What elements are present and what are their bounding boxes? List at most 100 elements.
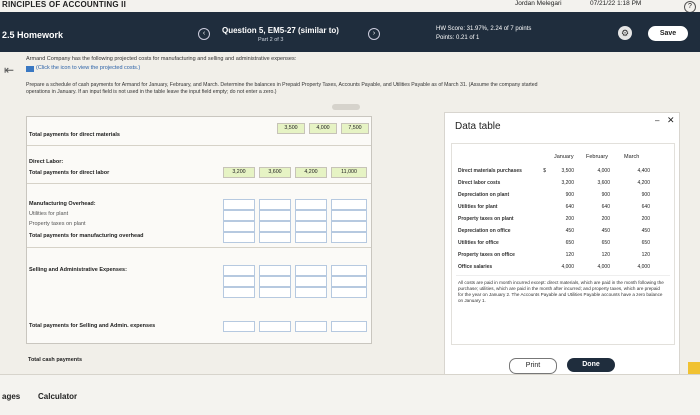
view-costs-link[interactable]: (Click the icon to view the projected co…	[36, 65, 140, 71]
dl-feb-cell[interactable]: 3,600	[259, 167, 291, 178]
sga2-mar-input[interactable]	[295, 276, 327, 287]
total-mfg-mar-input[interactable]	[295, 232, 327, 243]
gear-icon[interactable]: ⚙	[618, 26, 632, 40]
next-question-icon[interactable]: ›	[368, 28, 380, 40]
dt-feb: 200	[601, 216, 610, 222]
dt-jan: 640	[565, 204, 574, 210]
dt-feb: 4,000	[597, 168, 610, 174]
course-title: RINCIPLES OF ACCOUNTING II	[2, 0, 127, 9]
sga-feb-input[interactable]	[259, 265, 291, 276]
row-utilities-plant: Utilities for plant	[29, 211, 69, 217]
dm-jan-cell[interactable]: 3,500	[277, 123, 305, 134]
pages-link[interactable]: ages	[2, 392, 20, 401]
sga3-jan-input[interactable]	[223, 287, 255, 298]
dt-feb: 450	[601, 228, 610, 234]
dt-feb: 4,000	[597, 264, 610, 270]
sga3-feb-input[interactable]	[259, 287, 291, 298]
row-property-taxes-plant: Property taxes on plant	[29, 221, 86, 227]
tax-plant-mar-input[interactable]	[295, 221, 327, 232]
dl-total-cell[interactable]: 11,000	[331, 167, 367, 178]
instructions-line-2: operations in January. If an input field…	[26, 89, 277, 95]
row-total-mfg-overhead: Total payments for manufacturing overhea…	[29, 233, 144, 239]
sga2-total-input[interactable]	[331, 276, 367, 287]
header-bar	[0, 12, 700, 52]
total-sga-mar-input[interactable]	[295, 321, 327, 332]
mfg-total-input[interactable]	[331, 199, 367, 210]
dt-mar: 4,000	[637, 264, 650, 270]
divider	[27, 247, 371, 248]
util-plant-mar-input[interactable]	[295, 210, 327, 221]
problem-description: Armand Company has the following project…	[26, 56, 297, 62]
sga2-feb-input[interactable]	[259, 276, 291, 287]
dt-mar: 120	[641, 252, 650, 258]
mfg-feb-input[interactable]	[259, 199, 291, 210]
dt-feb: 3,600	[597, 180, 610, 186]
date-time: 07/21/22 1:18 PM	[590, 0, 642, 7]
panel-divider-handle[interactable]	[332, 104, 360, 110]
dt-row-label: Property taxes on office	[458, 252, 515, 258]
mfg-mar-input[interactable]	[295, 199, 327, 210]
dl-jan-cell[interactable]: 3,200	[223, 167, 255, 178]
col-header-february: February	[586, 154, 609, 160]
calculator-link[interactable]: Calculator	[38, 392, 77, 401]
tax-plant-jan-input[interactable]	[223, 221, 255, 232]
data-table-title: Data table	[455, 121, 501, 132]
util-plant-feb-input[interactable]	[259, 210, 291, 221]
dm-total-cell[interactable]: 7,500	[341, 123, 369, 134]
data-table-icon[interactable]	[26, 66, 34, 72]
total-sga-jan-input[interactable]	[223, 321, 255, 332]
question-part: Part 2 of 3	[258, 37, 284, 43]
row-mfg-overhead: Manufacturing Overhead:	[29, 201, 96, 207]
sga2-jan-input[interactable]	[223, 276, 255, 287]
dt-row-label: Direct labor costs	[458, 180, 501, 186]
mfg-jan-input[interactable]	[223, 199, 255, 210]
dt-jan: 3,500	[561, 168, 574, 174]
dt-dollar: $	[543, 168, 546, 174]
sga3-mar-input[interactable]	[295, 287, 327, 298]
collapse-arrow-icon[interactable]: ⇤	[4, 63, 14, 77]
total-sga-feb-input[interactable]	[259, 321, 291, 332]
dt-jan: 650	[565, 240, 574, 246]
row-direct-labor: Direct Labor:	[29, 159, 64, 165]
sga3-total-input[interactable]	[331, 287, 367, 298]
close-icon[interactable]: ✕	[667, 115, 675, 126]
dt-jan: 450	[565, 228, 574, 234]
student-name: Jordan Melegari	[515, 0, 562, 7]
divider	[456, 275, 670, 276]
row-sga: Selling and Administrative Expenses:	[29, 267, 127, 273]
total-sga-total-input[interactable]	[331, 321, 367, 332]
tax-plant-feb-input[interactable]	[259, 221, 291, 232]
bottom-bar	[0, 374, 700, 415]
question-points: Points: 0.21 of 1	[436, 35, 480, 41]
dt-row-label: Utilities for office	[458, 240, 499, 246]
previous-question-icon[interactable]: ‹	[198, 28, 210, 40]
side-tab[interactable]	[688, 362, 700, 374]
tax-plant-total-input[interactable]	[331, 221, 367, 232]
sga-mar-input[interactable]	[295, 265, 327, 276]
total-mfg-total-input[interactable]	[331, 232, 367, 243]
hw-score: HW Score: 31.97%, 2.24 of 7 points	[436, 26, 532, 32]
total-mfg-jan-input[interactable]	[223, 232, 255, 243]
minimize-icon[interactable]: –	[655, 116, 659, 125]
dm-feb-cell[interactable]: 4,000	[309, 123, 337, 134]
dt-feb: 640	[601, 204, 610, 210]
done-button[interactable]: Done	[567, 358, 615, 372]
dt-row-label: Property taxes on plant	[458, 216, 514, 222]
util-plant-total-input[interactable]	[331, 210, 367, 221]
total-mfg-feb-input[interactable]	[259, 232, 291, 243]
dt-mar: 650	[641, 240, 650, 246]
util-plant-jan-input[interactable]	[223, 210, 255, 221]
dt-mar: 4,400	[637, 168, 650, 174]
dt-jan: 900	[565, 192, 574, 198]
sga-total-input[interactable]	[331, 265, 367, 276]
dt-feb: 650	[601, 240, 610, 246]
dt-jan: 3,200	[561, 180, 574, 186]
homework-title: 2.5 Homework	[2, 30, 64, 40]
data-table-box: January February March Direct materials …	[451, 143, 675, 345]
question-title[interactable]: Question 5, EM5-27 (similar to)	[222, 26, 339, 35]
dt-feb: 120	[601, 252, 610, 258]
print-button[interactable]: Print	[509, 358, 557, 374]
save-button[interactable]: Save	[648, 26, 688, 41]
dl-mar-cell[interactable]: 4,200	[295, 167, 327, 178]
sga-jan-input[interactable]	[223, 265, 255, 276]
